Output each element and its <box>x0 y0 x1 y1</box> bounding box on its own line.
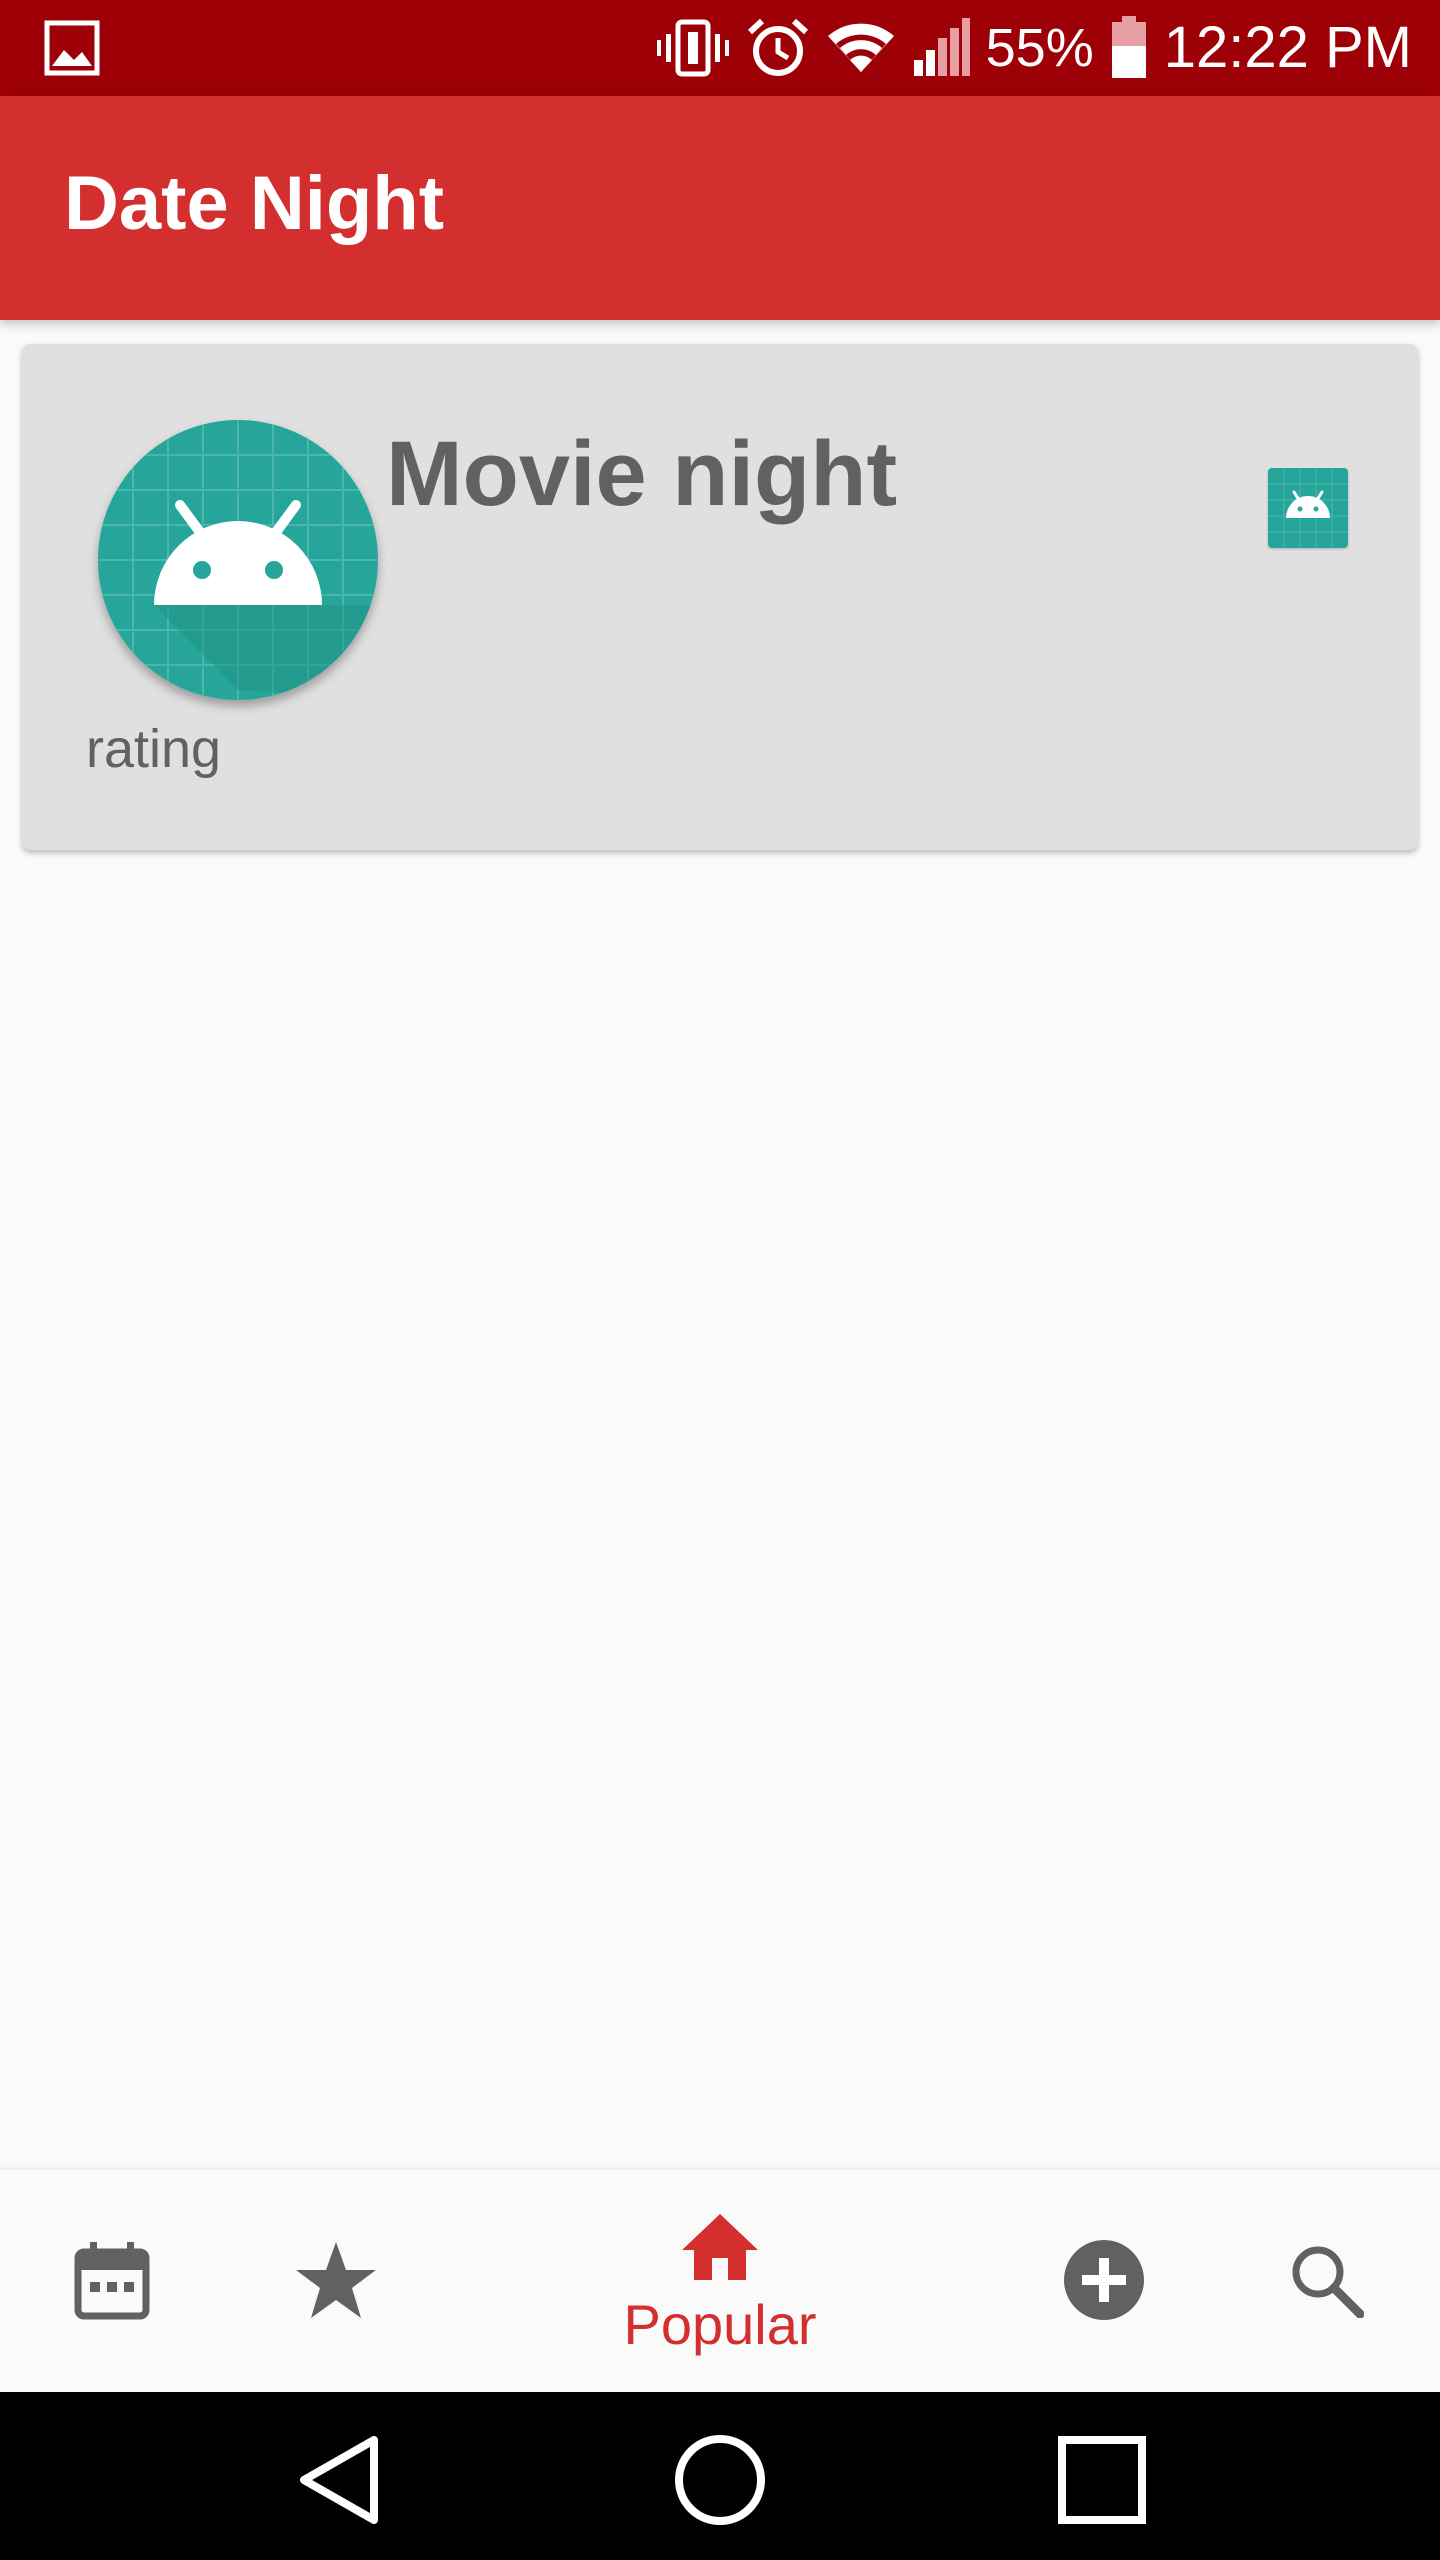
nav-item-calendar[interactable] <box>62 2170 162 2394</box>
calendar-icon <box>74 2240 150 2325</box>
add-circle-icon <box>1062 2238 1146 2327</box>
android-placeholder-icon <box>98 420 378 700</box>
nav-item-add[interactable] <box>1054 2170 1154 2394</box>
recents-icon[interactable] <box>1052 2430 1152 2530</box>
android-thumbnail-icon[interactable] <box>1268 468 1348 548</box>
app-title: Date Night <box>64 161 444 246</box>
gallery-icon <box>44 20 100 76</box>
event-card[interactable]: Movie night rating <box>22 344 1418 850</box>
nav-item-search[interactable] <box>1276 2170 1376 2394</box>
vibrate-icon <box>656 18 730 78</box>
bottom-nav: Popular <box>0 2168 1440 2392</box>
nav-item-popular[interactable]: Popular <box>600 2170 840 2394</box>
search-icon <box>1288 2242 1365 2323</box>
battery-percent: 55% <box>985 18 1094 78</box>
home-circle-icon[interactable] <box>670 2430 770 2530</box>
battery-icon <box>1110 16 1148 80</box>
back-icon[interactable] <box>290 2430 390 2530</box>
card-title: Movie night <box>386 423 898 525</box>
nav-item-favorites[interactable] <box>286 2170 386 2394</box>
signal-icon <box>912 18 970 78</box>
wifi-icon <box>826 20 896 76</box>
card-rating: rating <box>86 719 222 779</box>
status-time: 12:22 PM <box>1163 15 1412 80</box>
status-bar: 55% 12:22 PM <box>0 0 1440 96</box>
system-nav-bar <box>0 2392 1440 2560</box>
nav-label-popular: Popular <box>623 2292 817 2356</box>
star-icon <box>294 2240 378 2325</box>
home-icon <box>680 2212 760 2287</box>
app-bar: Date Night <box>0 96 1440 320</box>
alarm-icon <box>746 16 810 80</box>
